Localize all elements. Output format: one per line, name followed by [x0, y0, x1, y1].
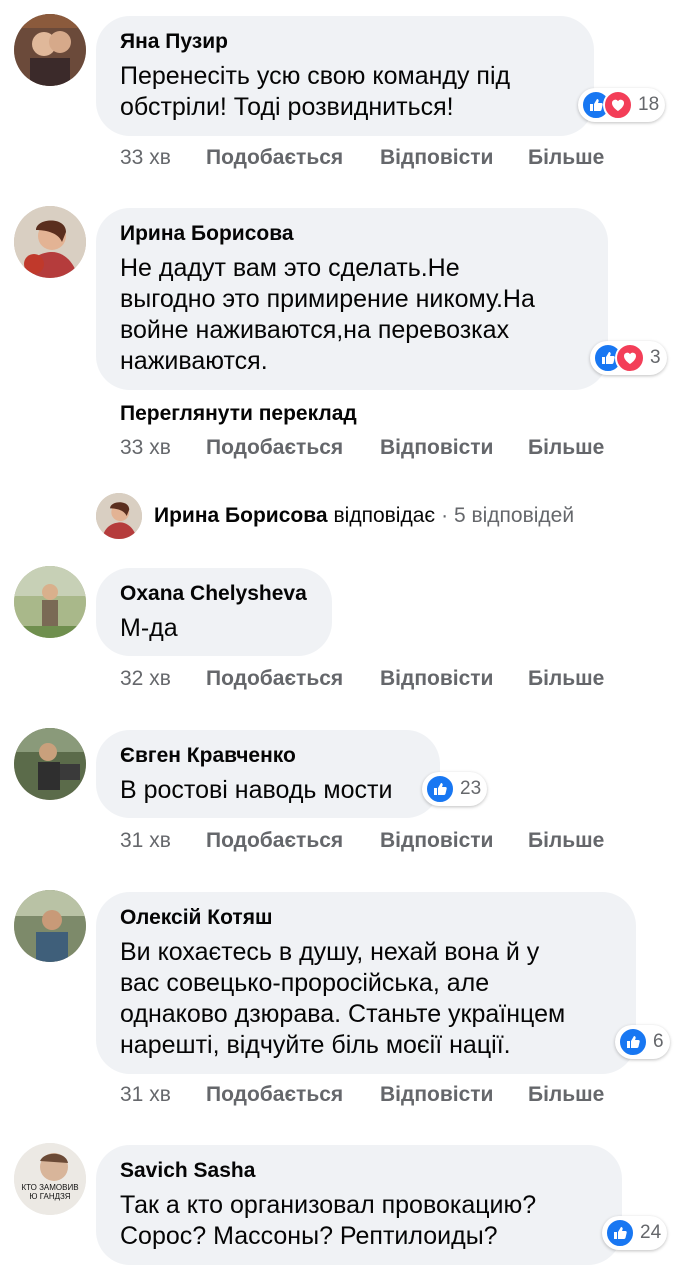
comment-author[interactable]: Oxana Chelysheva	[120, 581, 308, 607]
see-translation-link[interactable]: Переглянути переклад	[120, 402, 357, 426]
comment-time[interactable]: 31 хв	[120, 829, 206, 853]
comment-time[interactable]: 33 хв	[120, 146, 206, 170]
comment-text: Так а кто организовал провокацию? Сорос?…	[120, 1191, 537, 1250]
comment-bubble: Ирина Борисова Не дадут вам это сделать.…	[96, 208, 608, 390]
avatar-caption: КТО ЗАМОВИВ Ю ГАНДЗЯ	[21, 1183, 79, 1201]
reply-author: Ирина Борисова	[154, 504, 328, 527]
comment-author[interactable]: Євген Кравченко	[120, 743, 416, 769]
like-button[interactable]: Подобається	[206, 146, 380, 170]
like-button[interactable]: Подобається	[206, 1083, 380, 1107]
comment-actions: 31 хв Подобається Відповісти Більше	[120, 829, 604, 853]
comment-text: М-да	[120, 614, 178, 642]
reaction-count: 24	[640, 1222, 662, 1243]
like-button[interactable]: Подобається	[206, 829, 380, 853]
reply-avatar	[96, 493, 142, 539]
like-reaction-icon	[618, 1027, 648, 1057]
like-button[interactable]: Подобається	[206, 436, 380, 460]
reply-button[interactable]: Відповісти	[380, 667, 528, 691]
reply-button[interactable]: Відповісти	[380, 436, 528, 460]
more-button[interactable]: Більше	[528, 146, 604, 170]
avatar[interactable]	[14, 206, 86, 278]
comment-bubble: Олексій Котяш Ви кохаєтесь в душу, нехай…	[96, 892, 636, 1074]
like-reaction-icon	[605, 1218, 635, 1248]
more-button[interactable]: Більше	[528, 436, 604, 460]
reaction-count: 23	[460, 778, 482, 799]
comment-actions: 33 хв Подобається Відповісти Більше	[120, 146, 604, 170]
like-button[interactable]: Подобається	[206, 667, 380, 691]
reaction-summary[interactable]: 3	[590, 341, 667, 375]
comment-text: В ростові наводь мости	[120, 776, 393, 804]
comment-author[interactable]: Savich Sasha	[120, 1158, 598, 1184]
comment-bubble: Savich Sasha Так а кто организовал прово…	[96, 1145, 622, 1265]
reaction-count: 18	[638, 94, 660, 115]
more-button[interactable]: Більше	[528, 829, 604, 853]
comment-author[interactable]: Олексій Котяш	[120, 905, 612, 931]
avatar[interactable]	[14, 728, 86, 800]
comment-bubble: Євген Кравченко В ростові наводь мости	[96, 730, 440, 818]
view-replies-link[interactable]: Ирина Борисова відповідає · 5 відповідей	[96, 493, 574, 539]
comment-text: Перенесіть усю свою команду під обстріли…	[120, 62, 511, 121]
comment-author[interactable]: Ирина Борисова	[120, 221, 584, 247]
comment-time[interactable]: 33 хв	[120, 436, 206, 460]
comment-text: Не дадут вам это сделать.Не выгодно это …	[120, 254, 535, 375]
comment-time[interactable]: 32 хв	[120, 667, 206, 691]
reply-verb: відповідає	[333, 504, 436, 527]
reaction-summary[interactable]: 24	[602, 1216, 668, 1250]
love-reaction-icon	[603, 90, 633, 120]
comment-actions: 32 хв Подобається Відповісти Більше	[120, 667, 604, 691]
reply-button[interactable]: Відповісти	[380, 1083, 528, 1107]
reply-button[interactable]: Відповісти	[380, 829, 528, 853]
love-reaction-icon	[615, 343, 645, 373]
like-reaction-icon	[425, 774, 455, 804]
reaction-summary[interactable]: 18	[578, 88, 666, 122]
comment-actions: 33 хв Подобається Відповісти Більше	[120, 436, 604, 460]
avatar[interactable]	[14, 890, 86, 962]
avatar[interactable]	[14, 566, 86, 638]
comment-bubble: Яна Пузир Перенесіть усю свою команду пі…	[96, 16, 594, 136]
reply-button[interactable]: Відповісти	[380, 146, 528, 170]
reply-count: · 5 відповідей	[441, 504, 575, 527]
more-button[interactable]: Більше	[528, 1083, 604, 1107]
comment-bubble: Oxana Chelysheva М-да	[96, 568, 332, 656]
avatar[interactable]: КТО ЗАМОВИВ Ю ГАНДЗЯ	[14, 1143, 86, 1215]
reaction-summary[interactable]: 23	[422, 772, 488, 806]
more-button[interactable]: Більше	[528, 667, 604, 691]
comment-text: Ви кохаєтесь в душу, нехай вона й у вас …	[120, 938, 566, 1059]
comment-author[interactable]: Яна Пузир	[120, 29, 570, 55]
comment-time[interactable]: 31 хв	[120, 1083, 206, 1107]
avatar[interactable]	[14, 14, 86, 86]
reaction-summary[interactable]: 6	[615, 1025, 670, 1059]
reaction-count: 3	[650, 347, 661, 368]
comment-actions: 31 хв Подобається Відповісти Більше	[120, 1083, 604, 1107]
reaction-count: 6	[653, 1031, 664, 1052]
